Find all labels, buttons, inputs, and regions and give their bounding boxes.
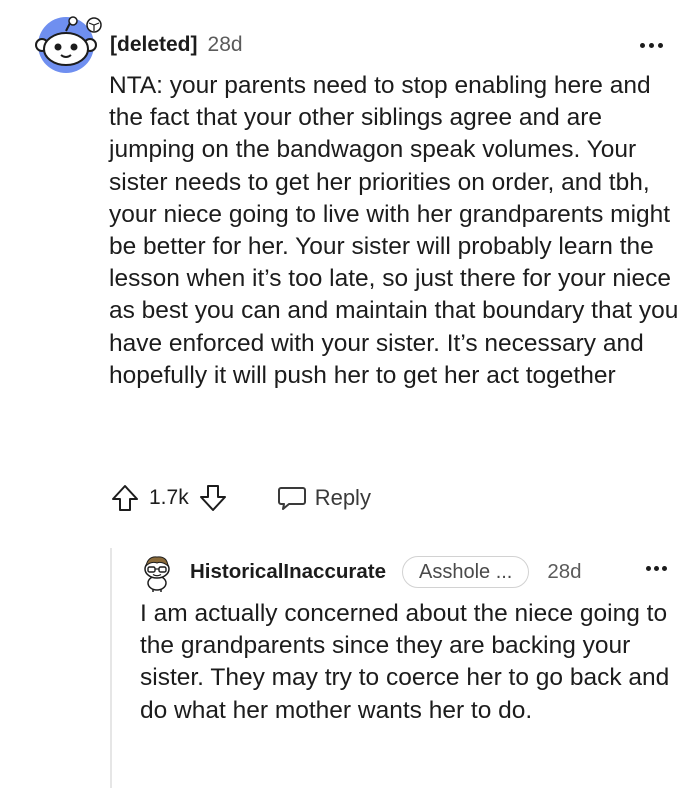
snoo-avatar-icon[interactable] <box>140 552 174 592</box>
vote-score: 1.7k <box>149 486 189 509</box>
comment-thread: [deleted] 28d NTA: your parents need to … <box>0 0 700 788</box>
reply-username[interactable]: HistoricalInaccurate <box>190 560 386 584</box>
comment-body: NTA: your parents need to stop enabling … <box>109 72 679 389</box>
comment-bubble-icon <box>277 487 306 510</box>
reply-age: 28d <box>547 560 582 583</box>
user-flair[interactable]: Asshole ... <box>401 556 530 588</box>
comment-meta: [deleted] 28d <box>110 30 243 60</box>
comment-actions: 1.7k Reply <box>109 478 371 518</box>
upvote-icon[interactable] <box>109 482 141 514</box>
dot-icon <box>661 566 667 571</box>
reply-button[interactable]: Reply <box>277 484 371 512</box>
dot-icon <box>649 43 654 48</box>
reddit-snoo-avatar-icon[interactable] <box>28 15 104 75</box>
dot-icon <box>653 566 659 571</box>
dot-icon <box>645 566 651 571</box>
dot-icon <box>640 43 645 48</box>
reply-label: Reply <box>314 485 371 510</box>
reply-meta: HistoricalInaccurate Asshole ... 28d <box>190 556 582 588</box>
more-options-icon[interactable] <box>644 558 680 580</box>
comment-age: 28d <box>207 33 243 56</box>
more-options-icon[interactable] <box>638 34 678 58</box>
comment-username[interactable]: [deleted] <box>110 33 198 57</box>
reply-body: I am actually concerned about the niece … <box>140 600 670 724</box>
downvote-icon[interactable] <box>197 482 229 514</box>
dot-icon <box>658 43 663 48</box>
thread-line[interactable] <box>110 548 112 788</box>
